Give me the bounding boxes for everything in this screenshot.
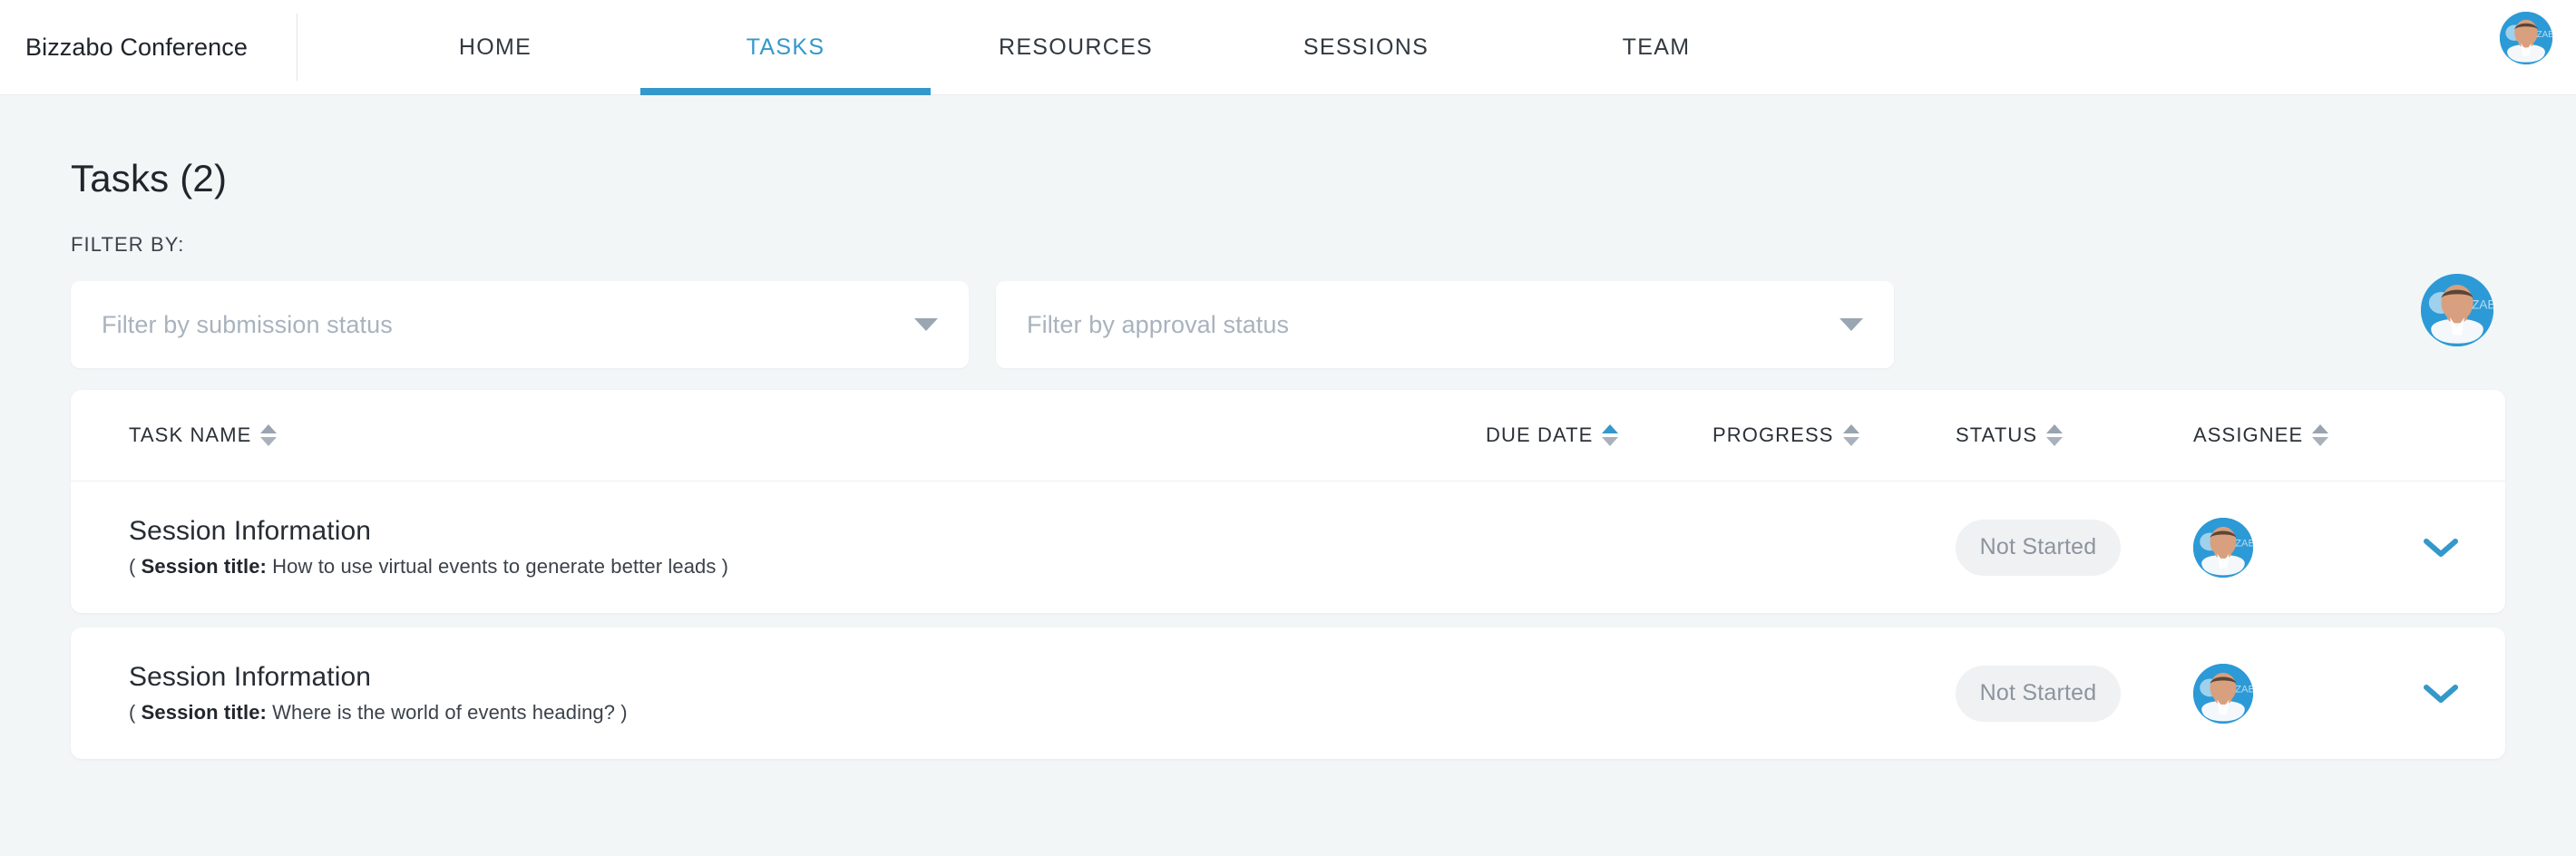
sort-descending-icon: [1842, 437, 1859, 446]
sort-icon[interactable]: [1842, 424, 1859, 446]
column-header-due-date[interactable]: DUE DATE: [1486, 423, 1712, 447]
tab-home[interactable]: HOME: [350, 0, 640, 95]
sort-descending-icon: [2046, 437, 2064, 446]
tab-sessions[interactable]: SESSIONS: [1221, 0, 1511, 95]
task-subtitle-value: How to use virtual events to generate be…: [266, 555, 729, 578]
column-header-status-label: STATUS: [1956, 423, 2038, 446]
cell-expand: [2420, 673, 2576, 715]
sort-ascending-icon: [1842, 424, 1859, 433]
table-row-content: Session Information ( Session title: How…: [71, 482, 2505, 613]
tab-resources-label: RESOURCES: [998, 34, 1154, 60]
column-header-assignee[interactable]: ASSIGNEE: [2193, 423, 2420, 447]
account-avatar[interactable]: ZAB: [2500, 12, 2552, 64]
table-row[interactable]: Session Information ( Session title: How…: [71, 481, 2505, 613]
approval-status-filter[interactable]: Filter by approval status: [996, 281, 1894, 368]
task-name: Session Information: [129, 516, 372, 546]
column-header-assignee-label: ASSIGNEE: [2193, 423, 2304, 446]
task-subtitle-prefix: (: [129, 555, 141, 578]
tab-tasks[interactable]: TASKS: [640, 0, 931, 95]
sort-icon[interactable]: [260, 424, 278, 446]
status-badge: Not Started: [1956, 519, 2121, 576]
cell-task-name: Session Information ( Session title: How…: [129, 516, 1486, 579]
sort-ascending-icon: [2046, 424, 2064, 433]
tab-sessions-label: SESSIONS: [1303, 34, 1429, 60]
cell-task-name: Session Information ( Session title: Whe…: [129, 662, 1486, 725]
brand-container: Bizzabo Conference: [0, 14, 298, 81]
chevron-down-icon: [914, 318, 938, 331]
sort-ascending-icon: [1602, 424, 1619, 433]
approval-status-filter-placeholder: Filter by approval status: [1027, 310, 1290, 338]
task-subtitle-label: Session title:: [141, 701, 267, 724]
cell-status: Not Started: [1956, 519, 2193, 576]
assignee-avatar[interactable]: ZAB: [2193, 517, 2253, 578]
column-header-due-date-label: DUE DATE: [1486, 423, 1594, 446]
task-subtitle: ( Session title: Where is the world of e…: [129, 701, 1486, 725]
sort-icon[interactable]: [2046, 424, 2064, 446]
cell-assignee: ZAB: [2193, 663, 2420, 724]
cell-status: Not Started: [1956, 665, 2193, 722]
tab-resources[interactable]: RESOURCES: [931, 0, 1221, 95]
task-subtitle-value: Where is the world of events heading? ): [266, 701, 628, 724]
task-subtitle-prefix: (: [129, 701, 141, 724]
sort-icon[interactable]: [2312, 424, 2329, 446]
sort-descending-icon: [1602, 437, 1619, 446]
sort-descending-icon: [260, 437, 278, 446]
page-body: Tasks (2) FILTER BY: Filter by submissio…: [0, 95, 2576, 759]
filter-row: Filter by submission status Filter by ap…: [71, 274, 2505, 368]
column-header-progress[interactable]: PROGRESS: [1712, 423, 1956, 447]
tasks-table: TASK NAME DUE DATE PROGRESS STATUS ASSIG…: [71, 390, 2505, 759]
task-name: Session Information: [129, 662, 372, 692]
assignee-avatar[interactable]: ZAB: [2193, 663, 2253, 724]
chevron-down-icon: [1839, 318, 1863, 331]
sort-descending-icon: [2312, 437, 2329, 446]
chevron-down-icon[interactable]: [2420, 527, 2462, 569]
sort-icon[interactable]: [1602, 424, 1619, 446]
svg-text:ZAB: ZAB: [2537, 30, 2552, 40]
cell-expand: [2420, 527, 2576, 569]
tab-tasks-label: TASKS: [746, 34, 825, 60]
tab-home-label: HOME: [458, 34, 532, 60]
column-header-status[interactable]: STATUS: [1956, 423, 2193, 447]
task-subtitle-label: Session title:: [141, 555, 267, 578]
svg-text:ZAB: ZAB: [2472, 297, 2493, 311]
filter-user-avatar[interactable]: ZAB: [2421, 274, 2493, 346]
table-header-row: TASK NAME DUE DATE PROGRESS STATUS ASSIG…: [71, 390, 2505, 481]
svg-text:ZAB: ZAB: [2235, 684, 2253, 695]
column-header-task-name[interactable]: TASK NAME: [129, 423, 1486, 447]
sort-ascending-icon: [2312, 424, 2329, 433]
brand-title: Bizzabo Conference: [25, 33, 248, 61]
submission-status-filter-placeholder: Filter by submission status: [102, 310, 393, 338]
top-navigation-bar: Bizzabo Conference HOME TASKS RESOURCES …: [0, 0, 2576, 95]
cell-assignee: ZAB: [2193, 517, 2420, 578]
sort-ascending-icon: [260, 424, 278, 433]
submission-status-filter[interactable]: Filter by submission status: [71, 281, 969, 368]
filter-by-label: FILTER BY:: [71, 233, 185, 256]
table-row-content: Session Information ( Session title: Whe…: [71, 627, 2505, 759]
task-subtitle: ( Session title: How to use virtual even…: [129, 555, 1486, 579]
page-title: Tasks (2): [71, 157, 228, 199]
column-header-task-name-label: TASK NAME: [129, 423, 252, 446]
table-row[interactable]: Session Information ( Session title: Whe…: [71, 627, 2505, 759]
svg-text:ZAB: ZAB: [2235, 538, 2253, 549]
chevron-down-icon[interactable]: [2420, 673, 2462, 715]
tab-team-label: TEAM: [1622, 34, 1691, 60]
table-header-card: TASK NAME DUE DATE PROGRESS STATUS ASSIG…: [71, 390, 2505, 481]
tab-team[interactable]: TEAM: [1511, 0, 1801, 95]
column-header-progress-label: PROGRESS: [1712, 423, 1834, 446]
status-badge: Not Started: [1956, 665, 2121, 722]
nav-tabs: HOME TASKS RESOURCES SESSIONS TEAM: [350, 0, 1801, 95]
